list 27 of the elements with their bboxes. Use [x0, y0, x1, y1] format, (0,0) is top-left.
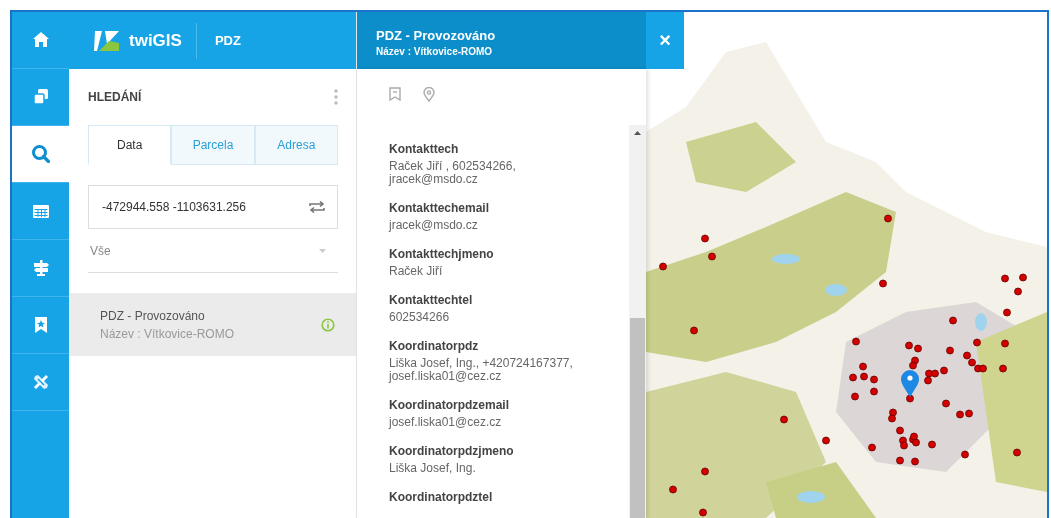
field-value: josef.liska01@cez.cz: [389, 416, 503, 429]
field-value: Raček Jiří: [389, 265, 444, 278]
search-tab[interactable]: Data: [88, 125, 172, 165]
field-label: Kontakttechjmeno: [389, 246, 495, 262]
module-name: PDZ: [214, 33, 241, 48]
close-button[interactable]: ×: [646, 12, 684, 69]
search-field[interactable]: -472944.558 -1103631.256: [88, 185, 338, 229]
field-label: Kontakttechtel: [389, 292, 474, 308]
field-value: jracek@msdo.cz: [389, 219, 479, 232]
field-label: Koordinatorpdz: [389, 338, 480, 354]
search-tab[interactable]: Adresa: [254, 125, 338, 165]
app-logo: twiGIS: [129, 30, 182, 51]
result-item[interactable]: PDZ - Provozováno Název : Vítkovice-ROMO: [69, 293, 356, 356]
search-tab[interactable]: Parcela: [171, 125, 255, 165]
detail-subtitle: Název : Vítkovice-ROMO: [376, 46, 494, 57]
field-value: 602534266: [389, 311, 451, 324]
field-label: Koordinatorpdztel: [389, 489, 494, 505]
detail-title: PDZ - Provozováno: [376, 28, 497, 43]
field-value: Liška Josef, Ing.: [389, 462, 477, 475]
field-label: Koordinatorpdzjmeno: [389, 443, 515, 459]
panel-title: HLEDÁNÍ: [88, 90, 142, 104]
field-label: Koordinatorpdzemail: [389, 397, 510, 413]
filter-dropdown[interactable]: Vše: [88, 229, 338, 273]
field-value: Raček Jiří , 602534266, jracek@msdo.cz: [389, 160, 517, 186]
field-label: Kontakttech: [389, 141, 460, 157]
field-label: Kontakttechemail: [389, 200, 491, 216]
field-value: Liška Josef, Ing., +420724167377, josef.liska01@cez.cz: [389, 357, 574, 383]
